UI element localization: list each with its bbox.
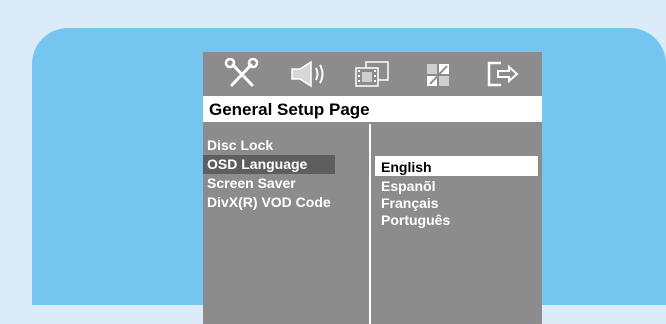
column-divider (369, 124, 371, 324)
background-panel: General Setup Page Disc Lock OSD Languag… (32, 28, 666, 324)
setup-tools-icon[interactable] (220, 56, 264, 92)
preference-grid-icon[interactable] (416, 56, 460, 92)
audio-speaker-icon[interactable] (285, 56, 329, 92)
exit-icon[interactable] (481, 56, 525, 92)
option-francais[interactable]: Français (375, 195, 538, 212)
settings-content: Disc Lock OSD Language Screen Saver DivX… (203, 124, 542, 324)
option-english[interactable]: English (375, 156, 538, 176)
page-title: General Setup Page (203, 96, 542, 122)
icon-bar (203, 52, 542, 96)
osd-setup-screen: General Setup Page Disc Lock OSD Languag… (203, 52, 542, 324)
video-film-icon[interactable] (350, 56, 394, 92)
option-portugues[interactable]: Português (375, 212, 538, 229)
menu-item-divx-vod-code[interactable]: DivX(R) VOD Code (203, 193, 369, 212)
menu-item-disc-lock[interactable]: Disc Lock (203, 136, 369, 155)
setup-menu: Disc Lock OSD Language Screen Saver DivX… (203, 136, 369, 212)
menu-item-osd-language[interactable]: OSD Language (203, 155, 335, 174)
option-espanol[interactable]: Espanõl (375, 178, 538, 195)
language-options: English Espanõl Français Português (375, 156, 538, 229)
menu-item-screen-saver[interactable]: Screen Saver (203, 174, 369, 193)
